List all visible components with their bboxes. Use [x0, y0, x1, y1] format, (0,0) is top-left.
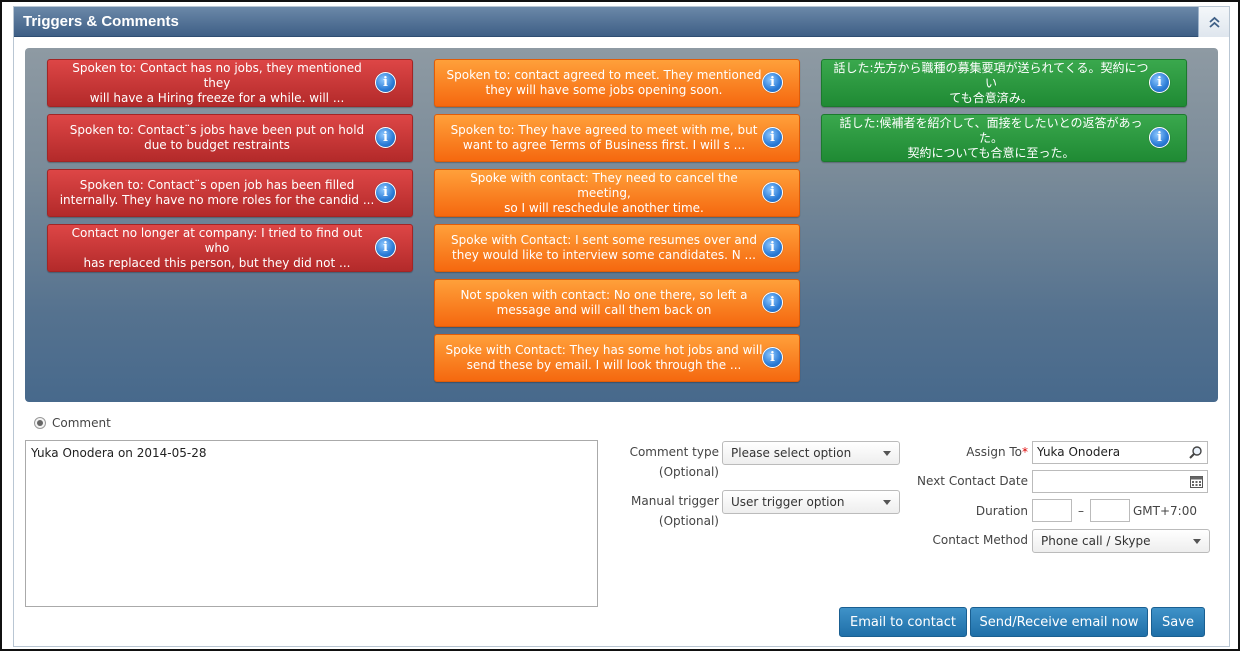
comment-type-optional: (Optional) [658, 465, 719, 479]
trigger-button[interactable]: Spoke with contact: They need to cancel … [434, 169, 800, 217]
contact-method-label: Contact Method [932, 533, 1028, 547]
trigger-text: 話した:先方から職種の募集要項が送られてくる。契約につい ても合意済み。 [833, 60, 1149, 105]
trigger-button[interactable]: Spoken to: Contact¨s open job has been f… [47, 169, 413, 217]
manual-trigger-optional: (Optional) [658, 514, 719, 528]
info-icon[interactable]: i [762, 237, 783, 258]
info-icon[interactable]: i [375, 182, 396, 203]
info-icon[interactable]: i [762, 127, 783, 148]
comment-type-select[interactable]: Please select option [722, 441, 900, 465]
trigger-text: Spoken to: Contact¨s open job has been f… [59, 178, 375, 207]
panel-header: Triggers & Comments [14, 7, 1229, 37]
trigger-button[interactable]: Spoke with Contact: I sent some resumes … [434, 224, 800, 272]
email-contact-button[interactable]: Email to contact [839, 607, 967, 637]
chevron-down-icon [883, 500, 891, 505]
duration-start-field[interactable] [1032, 499, 1072, 522]
info-icon[interactable]: i [1149, 127, 1170, 148]
window-frame: Triggers & Comments Spoken to: Contact h… [0, 0, 1240, 651]
chevron-down-icon [1193, 539, 1201, 544]
trigger-button[interactable]: Spoken to: Contact¨s jobs have been put … [47, 114, 413, 162]
contact-method-select[interactable]: Phone call / Skype [1032, 529, 1210, 553]
info-icon[interactable]: i [762, 72, 783, 93]
duration-end-field[interactable] [1090, 499, 1130, 522]
trigger-button[interactable]: 話した:候補者を紹介して、面接をしたいとの返答があった。 契約についても合意に至… [821, 114, 1187, 162]
calendar-icon[interactable] [1189, 474, 1204, 489]
info-icon[interactable]: i [1149, 72, 1170, 93]
comment-radio-label: Comment [52, 416, 111, 430]
info-icon[interactable]: i [375, 237, 396, 258]
trigger-text: Contact no longer at company: I tried to… [71, 225, 363, 270]
trigger-button[interactable]: 話した:先方から職種の募集要項が送られてくる。契約につい ても合意済み。 i [821, 59, 1187, 107]
trigger-text: Not spoken with contact: No one there, s… [460, 288, 748, 317]
manual-trigger-select[interactable]: User trigger option [722, 490, 900, 514]
comment-type-value: Please select option [731, 446, 852, 460]
trigger-button[interactable]: Spoke with Contact: They has some hot jo… [434, 334, 800, 382]
collapse-button[interactable] [1198, 7, 1229, 37]
trigger-button[interactable]: Contact no longer at company: I tried to… [47, 224, 413, 272]
trigger-text: Spoke with Contact: They has some hot jo… [445, 343, 763, 372]
info-icon[interactable]: i [375, 127, 396, 148]
info-icon[interactable]: i [375, 72, 396, 93]
trigger-text: Spoke with contact: They need to cancel … [470, 170, 738, 215]
comment-radio-row[interactable]: Comment [34, 416, 111, 430]
save-button[interactable]: Save [1151, 607, 1205, 637]
duration-timezone: GMT+7:00 [1133, 504, 1197, 518]
comment-textarea[interactable] [25, 440, 598, 607]
chevron-up-double-icon [1208, 16, 1220, 28]
triggers-comments-panel: Triggers & Comments Spoken to: Contact h… [13, 6, 1230, 647]
info-icon[interactable]: i [762, 182, 783, 203]
info-icon[interactable]: i [762, 347, 783, 368]
next-contact-label: Next Contact Date [917, 474, 1028, 488]
send-receive-email-button[interactable]: Send/Receive email now [970, 607, 1148, 637]
duration-label: Duration [975, 504, 1028, 518]
assign-to-value: Yuka Onodera [1037, 445, 1121, 459]
contact-method-value: Phone call / Skype [1041, 534, 1151, 548]
trigger-text: Spoke with Contact: I sent some resumes … [451, 233, 757, 262]
trigger-text: 話した:候補者を紹介して、面接をしたいとの返答があった。 契約についても合意に至… [839, 115, 1143, 160]
search-icon[interactable] [1188, 445, 1203, 460]
comment-radio[interactable] [34, 417, 46, 429]
trigger-button[interactable]: Spoken to: contact agreed to meet. They … [434, 59, 800, 107]
info-icon[interactable]: i [762, 292, 783, 313]
trigger-text: Spoken to: They have agreed to meet with… [450, 123, 758, 152]
assign-to-label: Assign To* [914, 445, 1028, 459]
assign-to-label-text: Assign To [966, 445, 1022, 459]
trigger-button[interactable]: Spoken to: Contact has no jobs, they men… [47, 59, 413, 107]
duration-separator: – [1078, 504, 1084, 518]
comment-type-label: Comment type [629, 445, 719, 459]
trigger-button[interactable]: Spoken to: They have agreed to meet with… [434, 114, 800, 162]
next-contact-date-field[interactable] [1032, 470, 1208, 493]
trigger-button[interactable]: Not spoken with contact: No one there, s… [434, 279, 800, 327]
trigger-area: Spoken to: Contact has no jobs, they men… [25, 48, 1218, 402]
trigger-text: Spoken to: contact agreed to meet. They … [446, 68, 762, 97]
trigger-text: Spoken to: Contact has no jobs, they men… [72, 60, 362, 105]
chevron-down-icon [883, 451, 891, 456]
trigger-text: Spoken to: Contact¨s jobs have been put … [69, 123, 365, 152]
required-marker: * [1022, 445, 1028, 459]
panel-title: Triggers & Comments [23, 13, 179, 30]
assign-to-field[interactable]: Yuka Onodera [1032, 441, 1208, 464]
manual-trigger-label: Manual trigger [631, 494, 719, 508]
manual-trigger-value: User trigger option [731, 495, 845, 509]
